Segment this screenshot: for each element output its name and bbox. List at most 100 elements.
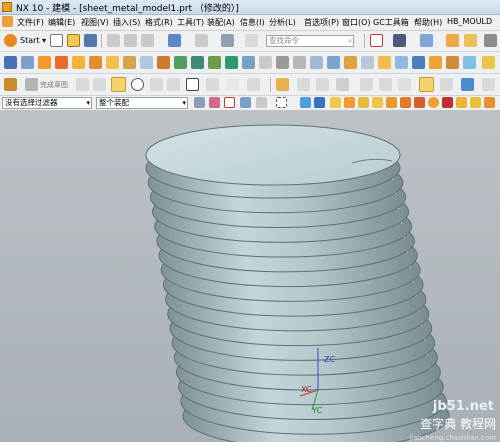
menu-insert[interactable]: 插入(S): [113, 17, 140, 28]
chamfer-icon[interactable]: [225, 56, 238, 69]
existing-point-snap-icon[interactable]: [442, 97, 453, 108]
offset-face-icon[interactable]: [344, 56, 357, 69]
menu-preferences[interactable]: 首选项(P): [304, 17, 339, 28]
start-icon[interactable]: [4, 34, 17, 47]
window-icon[interactable]: [484, 34, 497, 47]
paste-icon[interactable]: [141, 34, 154, 47]
bounded-grid-snap-icon[interactable]: [484, 97, 495, 108]
save-icon[interactable]: [84, 34, 97, 47]
menu-view[interactable]: 视图(V): [81, 17, 109, 28]
circle-icon[interactable]: [131, 78, 144, 91]
select-body-icon[interactable]: [300, 97, 311, 108]
threaded-cylinder-model[interactable]: ZC XC YC: [0, 110, 500, 442]
rib-icon[interactable]: [378, 56, 391, 69]
cone-icon[interactable]: [123, 56, 136, 69]
repeat-command-icon[interactable]: [221, 34, 234, 47]
rectangle-select-icon[interactable]: [276, 97, 287, 108]
pattern-icon[interactable]: [276, 56, 289, 69]
sweep-icon[interactable]: [395, 56, 408, 69]
sketch-icon[interactable]: [4, 56, 17, 69]
selection-scope-dropdown[interactable]: 整个装配 ▾: [96, 97, 188, 109]
on-curve-snap-icon[interactable]: [456, 97, 467, 108]
polyline-icon[interactable]: [206, 78, 219, 91]
polygon-icon[interactable]: [247, 78, 260, 91]
menu-assembly[interactable]: 装配(A): [207, 17, 235, 28]
block-icon[interactable]: [89, 56, 102, 69]
circle-center-snap-icon[interactable]: [428, 97, 439, 108]
sketch-settings-icon[interactable]: [4, 78, 17, 91]
thicken-icon[interactable]: [482, 56, 495, 69]
endpoint-snap-icon[interactable]: [344, 97, 355, 108]
revolve-icon[interactable]: [55, 56, 68, 69]
intersection-snap-icon[interactable]: [386, 97, 397, 108]
bounded-plane-icon[interactable]: [446, 56, 459, 69]
select-features-icon[interactable]: [209, 97, 220, 108]
point-icon[interactable]: [226, 78, 239, 91]
copy-icon[interactable]: [124, 34, 137, 47]
layer-icon[interactable]: [446, 34, 459, 47]
finish-sketch-flag-icon[interactable]: [25, 78, 38, 91]
undo-icon[interactable]: [168, 34, 181, 47]
graphics-viewport[interactable]: ZC XC YC jb51.net 查字典 教程网 jiaocheng.chaz…: [0, 110, 500, 442]
fillet-icon[interactable]: [150, 78, 163, 91]
rectangle-icon[interactable]: [186, 78, 199, 91]
control-point-snap-icon[interactable]: [372, 97, 383, 108]
snap-point-icon[interactable]: [330, 97, 341, 108]
quick-extend-icon[interactable]: [297, 78, 310, 91]
make-corner-icon[interactable]: [316, 78, 329, 91]
extrude-icon[interactable]: [38, 56, 51, 69]
finish-sketch-button[interactable]: 完成草图: [40, 80, 68, 90]
dimension-icon[interactable]: [398, 78, 411, 91]
menu-window[interactable]: 窗口(O): [342, 17, 371, 28]
trim-body-icon[interactable]: [310, 56, 323, 69]
auto-constrain-icon[interactable]: [461, 78, 474, 91]
profile-icon[interactable]: [76, 78, 89, 91]
offset-curve-icon[interactable]: [336, 78, 349, 91]
menu-file[interactable]: 文件(F): [17, 17, 44, 28]
constraint-icon[interactable]: [419, 77, 434, 92]
menu-analysis[interactable]: 分析(L): [269, 17, 296, 28]
menu-info[interactable]: 信息(I): [240, 17, 265, 28]
menu-edit[interactable]: 编辑(E): [48, 17, 75, 28]
type-filter-dropdown[interactable]: 没有选择过滤器 ▾: [2, 97, 92, 109]
selection-icon[interactable]: [370, 34, 383, 47]
menu-format[interactable]: 格式(R): [145, 17, 173, 28]
start-button[interactable]: Start ▾: [20, 36, 46, 45]
command-search-input[interactable]: 查找命令 ⌕: [266, 35, 354, 47]
folder-icon[interactable]: [464, 34, 477, 47]
split-body-icon[interactable]: [327, 56, 340, 69]
mirror-curve-icon[interactable]: [379, 78, 392, 91]
pattern-curve-icon[interactable]: [360, 78, 373, 91]
select-all-icon[interactable]: [224, 97, 235, 108]
filter-icon[interactable]: [256, 97, 267, 108]
sew-icon[interactable]: [463, 56, 476, 69]
mesh-surface-icon[interactable]: [412, 56, 425, 69]
chamfer-sketch-icon[interactable]: [167, 78, 180, 91]
midpoint-snap-icon[interactable]: [358, 97, 369, 108]
touch-mode-icon[interactable]: [245, 34, 258, 47]
menu-tools[interactable]: 工具(T): [177, 17, 204, 28]
general-selection-icon[interactable]: [194, 97, 205, 108]
sphere-icon[interactable]: [140, 56, 153, 69]
render-style-icon[interactable]: [393, 34, 406, 47]
unite-icon[interactable]: [157, 56, 170, 69]
mirror-icon[interactable]: [293, 56, 306, 69]
edge-blend-icon[interactable]: [208, 56, 221, 69]
arc-icon[interactable]: [111, 77, 126, 92]
relations-browser-icon[interactable]: [482, 78, 495, 91]
on-face-snap-icon[interactable]: [470, 97, 481, 108]
open-icon[interactable]: [67, 34, 80, 47]
redo-icon[interactable]: [195, 34, 208, 47]
cylinder-icon[interactable]: [106, 56, 119, 69]
search-icon[interactable]: ⌕: [348, 36, 352, 46]
shell-icon[interactable]: [242, 56, 255, 69]
display-constraints-icon[interactable]: [440, 78, 453, 91]
cut-icon[interactable]: [107, 34, 120, 47]
select-face-icon[interactable]: [314, 97, 325, 108]
line-icon[interactable]: [93, 78, 106, 91]
menu-hb-mould[interactable]: HB_MOULD: [447, 17, 492, 26]
draft-icon[interactable]: [259, 56, 272, 69]
deselect-icon[interactable]: [240, 97, 251, 108]
thread-icon[interactable]: [361, 56, 374, 69]
hole-icon[interactable]: [72, 56, 85, 69]
